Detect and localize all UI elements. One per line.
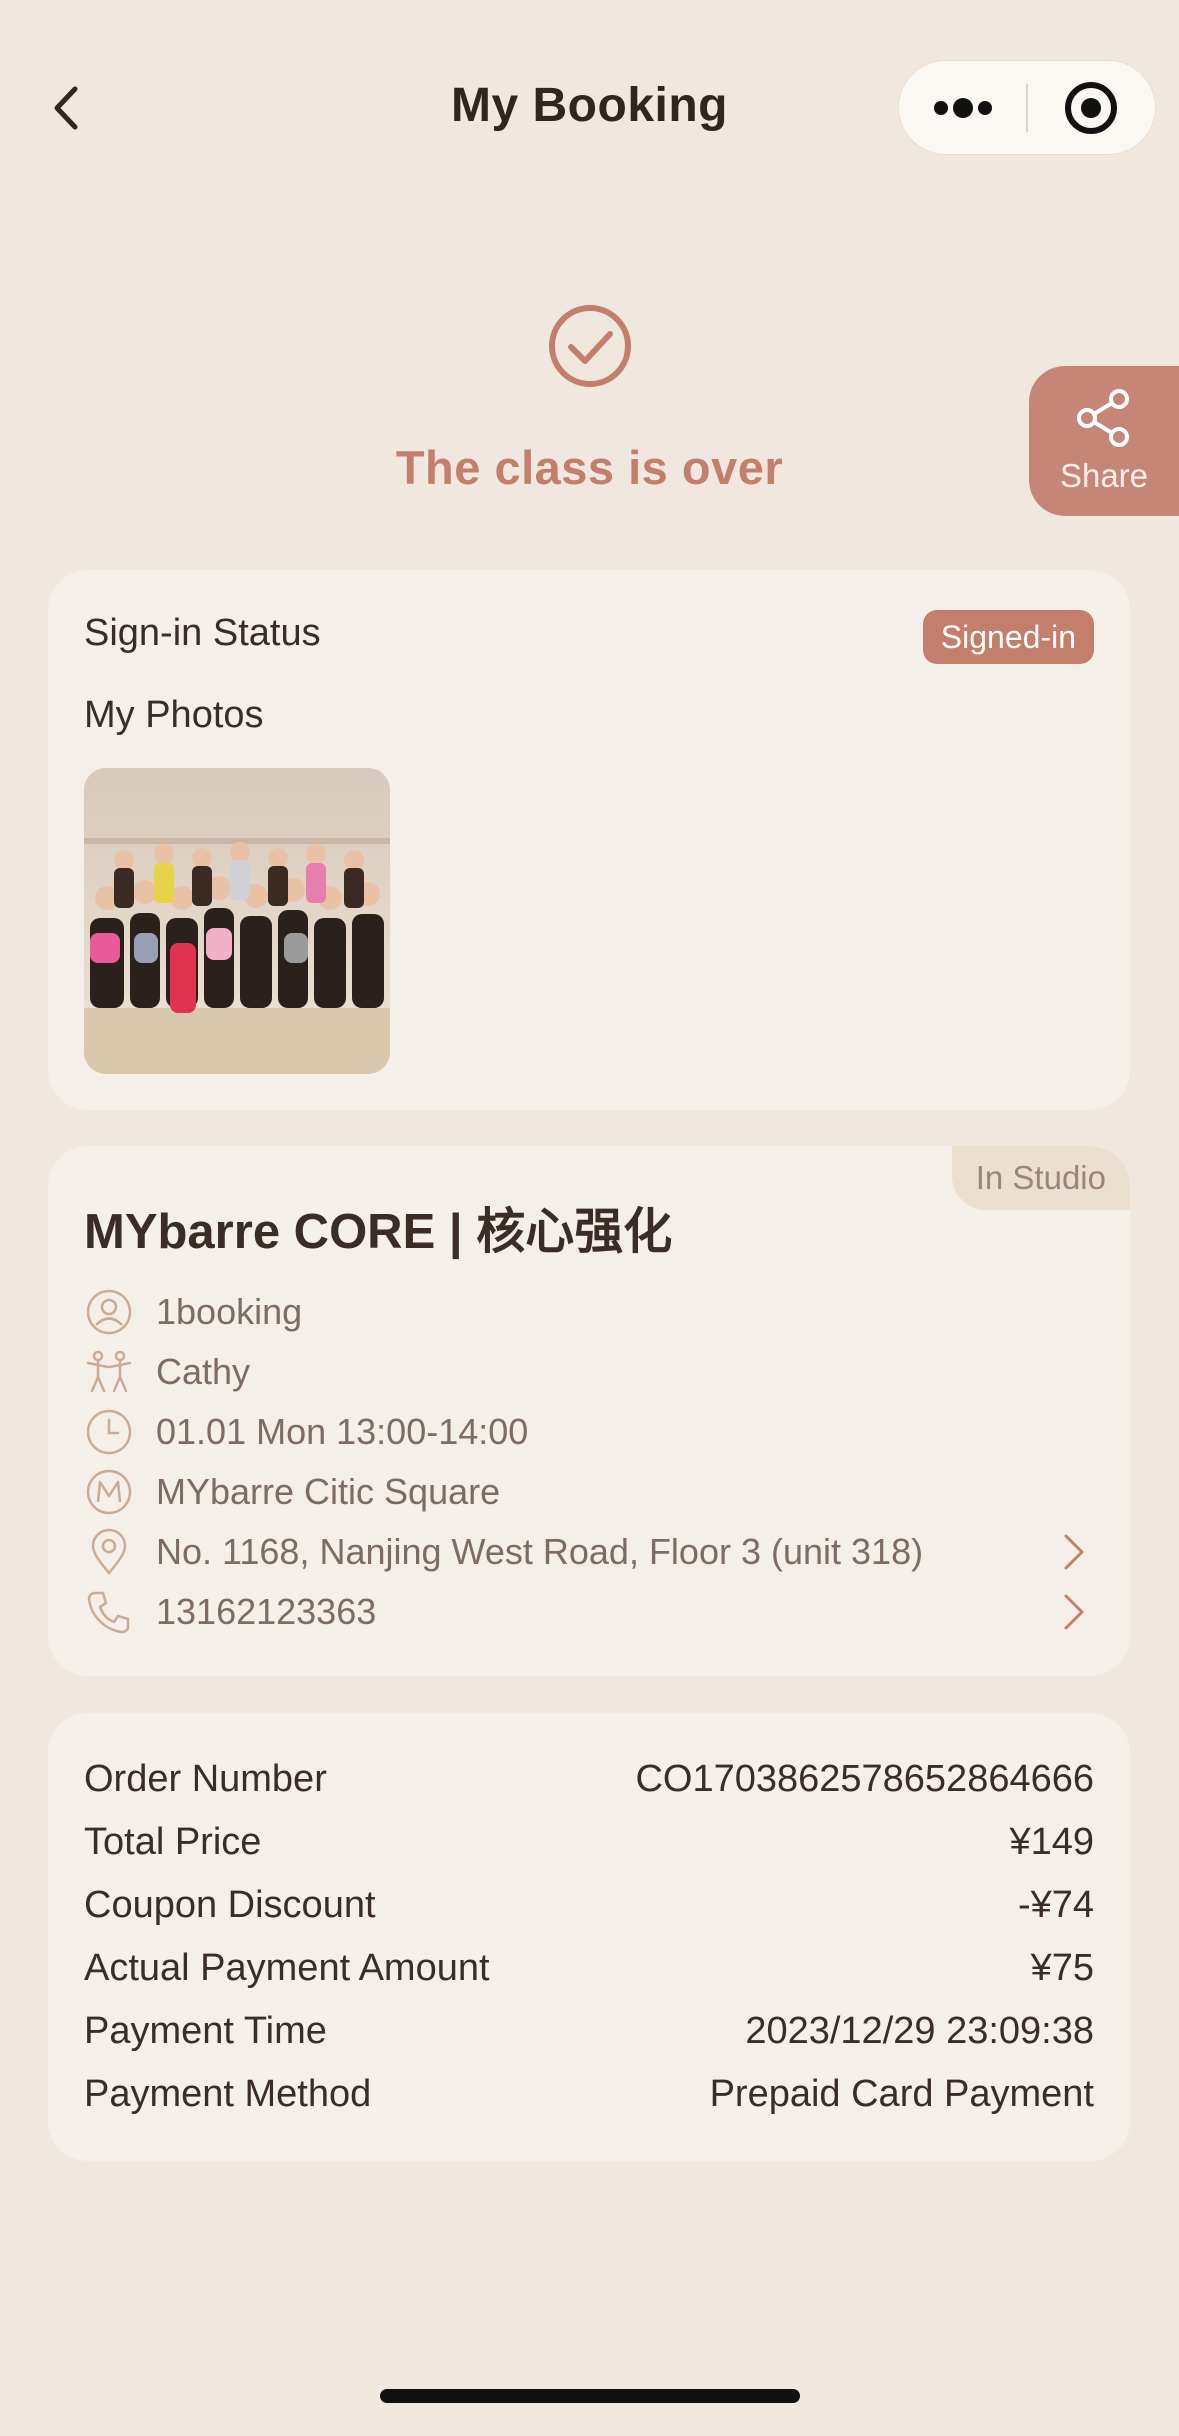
share-button[interactable]: Share — [1029, 366, 1179, 516]
time-text: 01.01 Mon 13:00-14:00 — [156, 1411, 529, 1452]
signed-in-badge: Signed-in — [922, 610, 1094, 664]
signin-card: Sign-in Status Signed-in My Photos — [48, 570, 1130, 1110]
phone-row[interactable]: 13162123363 — [84, 1586, 1094, 1638]
order-row: Coupon Discount -¥74 — [84, 1879, 1094, 1931]
in-studio-tag: In Studio — [951, 1146, 1130, 1210]
order-row-label: Coupon Discount — [84, 1883, 376, 1926]
order-row-value: ¥149 — [1009, 1820, 1094, 1863]
order-row-value: CO1703862578652864666 — [635, 1757, 1094, 1800]
order-row-value: -¥74 — [1017, 1883, 1094, 1926]
time-row: 01.01 Mon 13:00-14:00 — [84, 1406, 1094, 1458]
close-mini-program-button[interactable] — [1028, 60, 1155, 155]
group-photo-image — [84, 768, 390, 1074]
order-row-label: Payment Method — [84, 2072, 372, 2115]
class-photo-thumbnail[interactable] — [84, 768, 390, 1074]
check-circle-icon — [549, 305, 631, 387]
address-row[interactable]: No. 1168, Nanjing West Road, Floor 3 (un… — [84, 1526, 1094, 1578]
more-dots-icon — [933, 97, 992, 118]
location-pin-icon — [84, 1527, 134, 1577]
dancers-icon — [84, 1347, 134, 1397]
booking-source-row: 1booking — [84, 1286, 1094, 1338]
more-button[interactable] — [899, 60, 1026, 155]
instructor-row: Cathy — [84, 1346, 1094, 1398]
order-row: Payment Time 2023/12/29 23:09:38 — [84, 2005, 1094, 2057]
booking-page: My Booking The class is over Share Sign-… — [0, 0, 1179, 2436]
phone-text: 13162123363 — [156, 1591, 377, 1632]
order-row: Order Number CO1703862578652864666 — [84, 1753, 1094, 1805]
my-photos-label: My Photos — [84, 694, 264, 736]
signin-status-label: Sign-in Status — [84, 612, 321, 654]
home-indicator — [380, 2389, 800, 2403]
person-icon — [84, 1287, 134, 1337]
order-row-value: ¥75 — [1030, 1946, 1094, 1989]
class-status-text: The class is over — [395, 441, 784, 494]
order-row-label: Payment Time — [84, 2009, 327, 2052]
address-text: No. 1168, Nanjing West Road, Floor 3 (un… — [156, 1531, 924, 1572]
mini-program-capsule — [898, 60, 1156, 155]
order-row-label: Actual Payment Amount — [84, 1946, 490, 1989]
order-row-value: 2023/12/29 23:09:38 — [745, 2009, 1094, 2052]
order-row-value: Prepaid Card Payment — [709, 2072, 1094, 2115]
studio-row: MYbarre Citic Square — [84, 1466, 1094, 1518]
share-label: Share — [1059, 457, 1149, 494]
clock-icon — [84, 1407, 134, 1457]
order-row: Actual Payment Amount ¥75 — [84, 1942, 1094, 1994]
order-row-label: Total Price — [84, 1820, 262, 1863]
class-info-card: In Studio MYbarre CORE | 核心强化 1booking C… — [48, 1146, 1130, 1676]
nav-bar: My Booking — [0, 60, 1179, 156]
phone-icon — [84, 1587, 134, 1637]
order-details-card: Order Number CO1703862578652864666 Total… — [48, 1713, 1130, 2161]
studio-name-text: MYbarre Citic Square — [156, 1471, 501, 1512]
order-row: Payment Method Prepaid Card Payment — [84, 2068, 1094, 2120]
order-row: Total Price ¥149 — [84, 1816, 1094, 1868]
share-icon — [1077, 389, 1129, 447]
target-icon — [1065, 81, 1118, 134]
class-title: MYbarre CORE | 核心强化 — [84, 1205, 673, 1259]
chevron-right-icon — [1054, 1587, 1094, 1637]
booking-source-text: 1booking — [156, 1291, 303, 1332]
studio-logo-icon — [84, 1467, 134, 1517]
instructor-text: Cathy — [156, 1351, 251, 1392]
order-row-label: Order Number — [84, 1757, 327, 1800]
chevron-right-icon — [1054, 1527, 1094, 1577]
